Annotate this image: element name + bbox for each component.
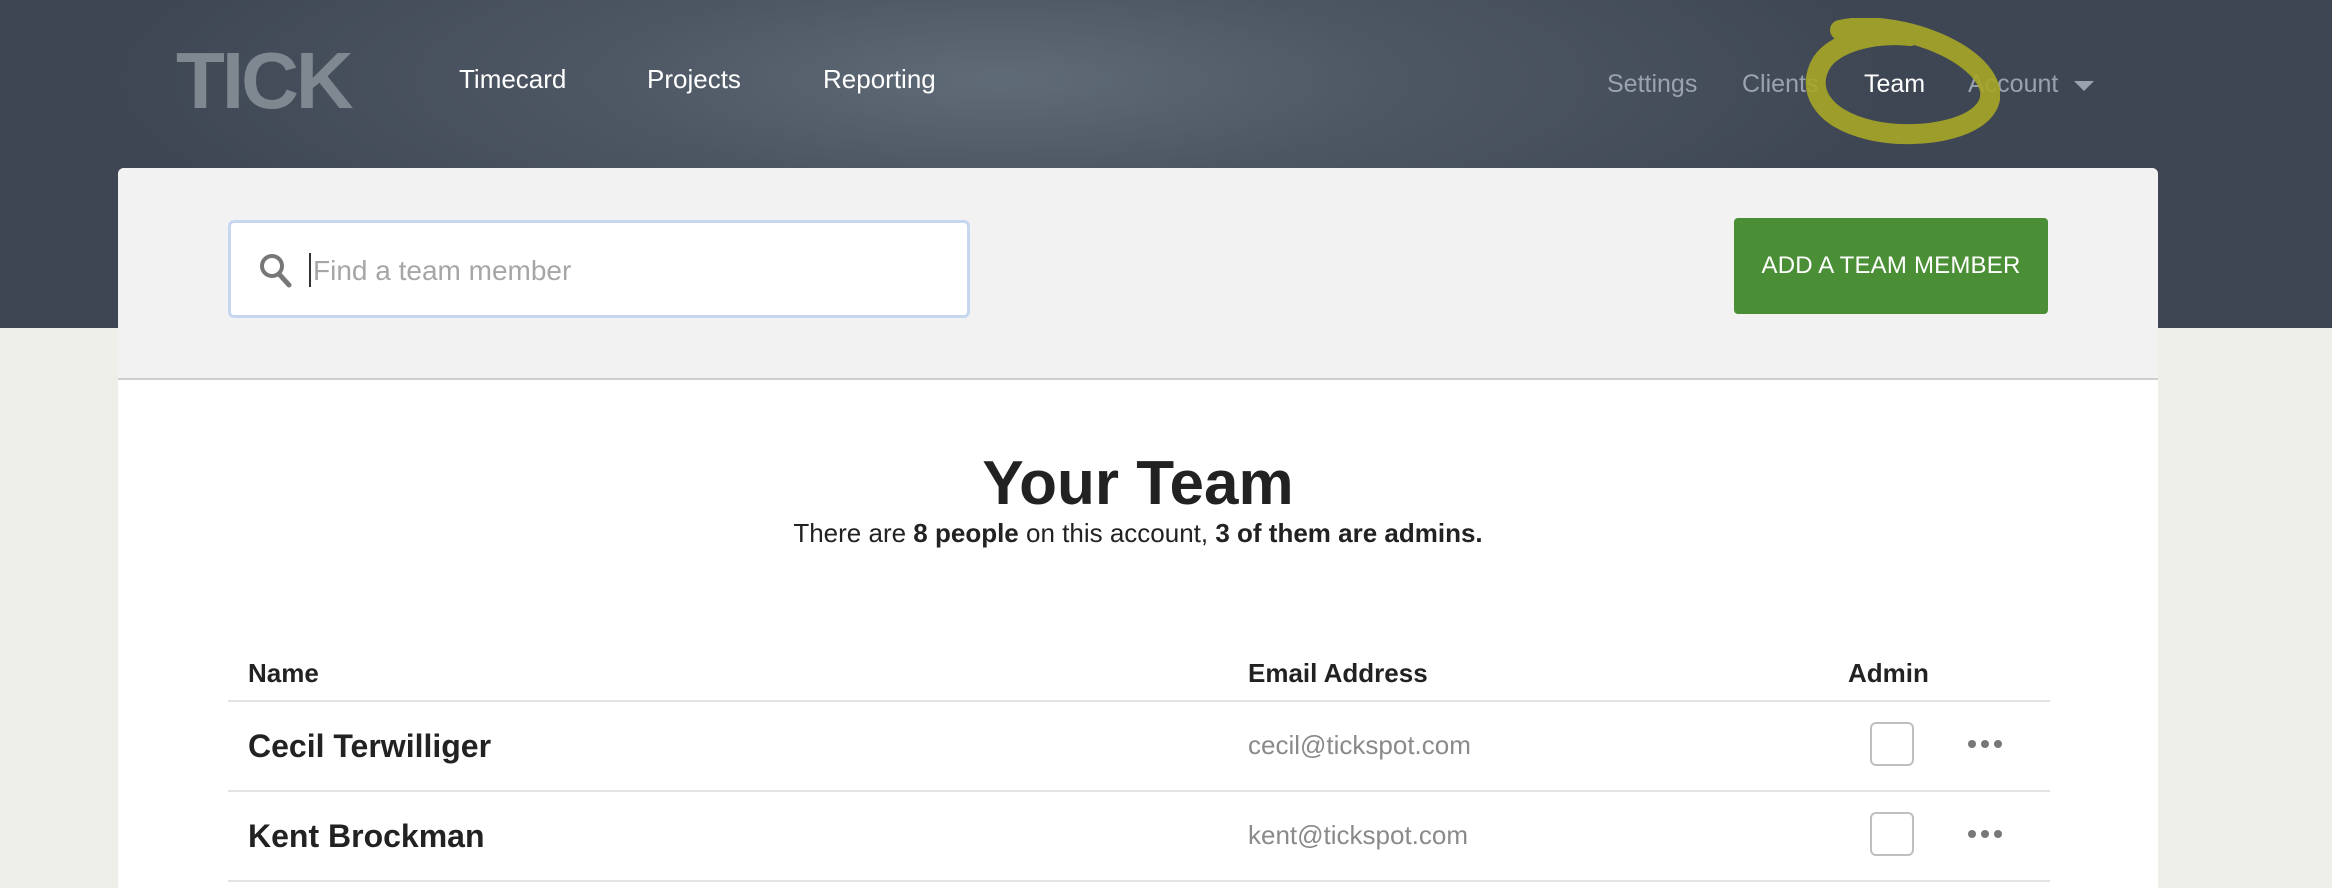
card-toolbar: ADD A TEAM MEMBER <box>118 168 2158 380</box>
page-title: Your Team <box>982 449 1294 518</box>
search-box[interactable] <box>228 220 970 318</box>
member-email: kent@tickspot.com <box>1248 820 1469 850</box>
member-name[interactable]: Cecil Terwilliger <box>248 728 491 765</box>
add-team-member-button[interactable]: ADD A TEAM MEMBER <box>1734 218 2048 314</box>
admin-checkbox[interactable] <box>1870 722 1914 766</box>
table-header: Name Email Address Admin <box>228 658 2050 702</box>
team-summary: There are 8 people on this account, 3 of… <box>118 518 2158 549</box>
highlight-circle-annotation <box>1805 18 2000 145</box>
column-header-admin[interactable]: Admin <box>1848 658 1929 689</box>
nav-timecard[interactable]: Timecard <box>459 64 566 95</box>
nav-reporting[interactable]: Reporting <box>823 64 936 95</box>
table-row: Cecil Terwilliger cecil@tickspot.com <box>228 702 2050 792</box>
summary-text-mid: on this account, <box>1018 518 1216 548</box>
admins-count: 3 of them are admins. <box>1215 518 1483 548</box>
team-card: ADD A TEAM MEMBER Your Team There are 8 … <box>118 168 2158 888</box>
search-input[interactable] <box>311 245 935 297</box>
column-header-name[interactable]: Name <box>248 658 319 689</box>
nav-projects[interactable]: Projects <box>647 64 741 95</box>
people-count: 8 people <box>913 518 1019 548</box>
more-options-icon[interactable] <box>1968 740 2002 748</box>
chevron-down-icon[interactable] <box>2074 81 2094 91</box>
tick-logo[interactable]: TICK <box>176 41 354 121</box>
table-row: Kent Brockman kent@tickspot.com <box>228 792 2050 882</box>
member-name[interactable]: Kent Brockman <box>248 818 485 855</box>
summary-text-pre: There are <box>793 518 914 548</box>
admin-checkbox[interactable] <box>1870 812 1914 856</box>
column-header-email[interactable]: Email Address <box>1248 658 1428 689</box>
search-icon <box>260 254 292 288</box>
more-options-icon[interactable] <box>1968 830 2002 838</box>
nav-settings[interactable]: Settings <box>1607 70 1697 99</box>
member-email: cecil@tickspot.com <box>1248 730 1471 760</box>
